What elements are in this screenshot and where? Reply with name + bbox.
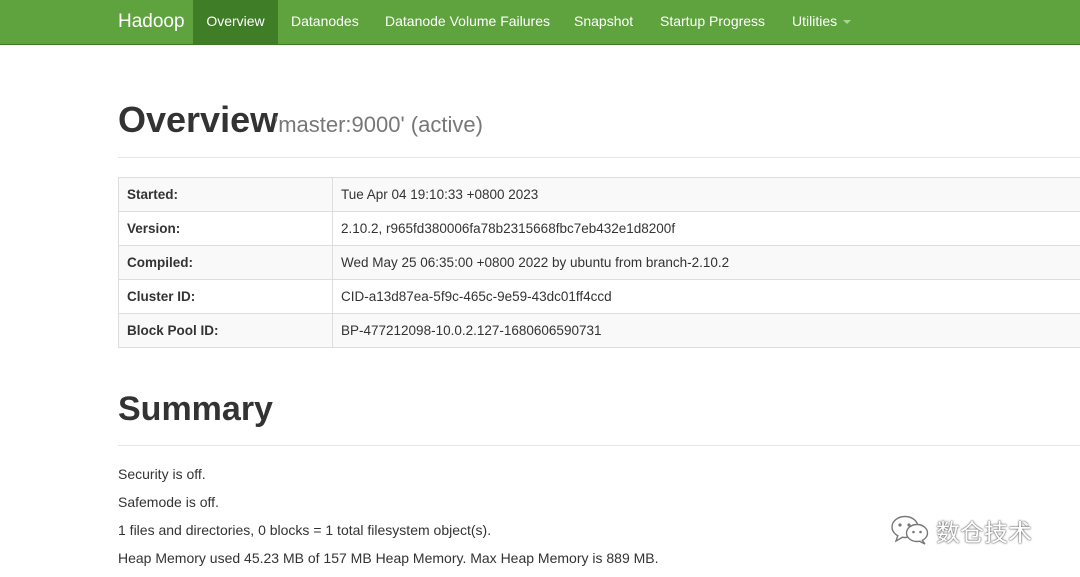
row-key: Block Pool ID: [118, 313, 333, 348]
nav-tab-startup-progress[interactable]: Startup Progress [660, 0, 765, 44]
row-value: Tue Apr 04 19:10:33 +0800 2023 [332, 177, 1080, 212]
page-subtitle: 'master:9000' (active) [274, 112, 483, 137]
nav-tab-overview[interactable]: Overview [193, 0, 278, 44]
overview-table: Started: Tue Apr 04 19:10:33 +0800 2023 … [118, 177, 1080, 348]
caret-down-icon [843, 20, 852, 25]
security-status: Security is off. [118, 466, 206, 482]
watermark: 数仓技术 [890, 512, 1032, 548]
table-row: Cluster ID: CID-a13d87ea-5f9c-465c-9e59-… [118, 279, 1080, 314]
top-navbar: Hadoop Overview Datanodes Datanode Volum… [0, 0, 1080, 45]
divider [118, 445, 1080, 446]
table-row: Compiled: Wed May 25 06:35:00 +0800 2022… [118, 245, 1080, 280]
nav-dropdown-utilities[interactable]: Utilities [792, 0, 852, 44]
row-value: Wed May 25 06:35:00 +0800 2022 by ubuntu… [332, 245, 1080, 280]
row-key: Compiled: [118, 245, 333, 280]
nav-tab-snapshot[interactable]: Snapshot [574, 0, 633, 44]
wechat-icon [891, 515, 929, 545]
nav-tab-datanodes[interactable]: Datanodes [291, 0, 359, 44]
table-row: Version: 2.10.2, r965fd380006fa78b231566… [118, 211, 1080, 246]
safemode-status: Safemode is off. [118, 494, 219, 510]
nav-tab-datanode-volume-failures[interactable]: Datanode Volume Failures [385, 0, 550, 44]
row-value: BP-477212098-10.0.2.127-1680606590731 [332, 313, 1080, 348]
heap-memory: Heap Memory used 45.23 MB of 157 MB Heap… [118, 550, 659, 566]
row-key: Version: [118, 211, 333, 246]
row-value: 2.10.2, r965fd380006fa78b2315668fbc7eb43… [332, 211, 1080, 246]
row-key: Cluster ID: [118, 279, 333, 314]
row-key: Started: [118, 177, 333, 212]
watermark-text: 数仓技术 [936, 519, 1032, 547]
brand-logo[interactable]: Hadoop [118, 0, 185, 44]
table-row: Block Pool ID: BP-477212098-10.0.2.127-1… [118, 313, 1080, 348]
summary-title: Summary [118, 390, 273, 428]
row-value: CID-a13d87ea-5f9c-465c-9e59-43dc01ff4ccd [332, 279, 1080, 314]
filesystem-objects: 1 files and directories, 0 blocks = 1 to… [118, 522, 492, 538]
page-title: Overview [118, 99, 279, 140]
table-row: Started: Tue Apr 04 19:10:33 +0800 2023 [118, 177, 1080, 212]
nav-dropdown-utilities-label: Utilities [792, 13, 838, 29]
divider [118, 157, 1080, 158]
